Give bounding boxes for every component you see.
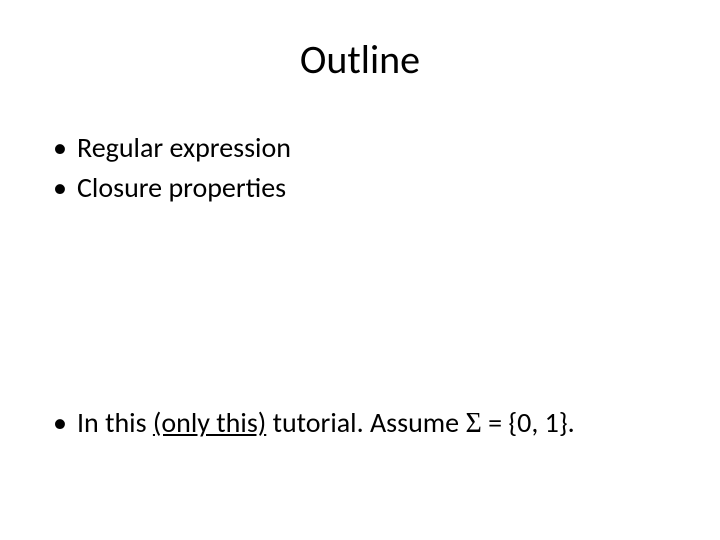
bullet-list-bottom: • In this (only this) tutorial. Assume Σ… [45, 404, 675, 445]
bullet-text: In this (only this) tutorial. Assume Σ =… [77, 404, 675, 443]
list-item: • In this (only this) tutorial. Assume Σ… [53, 404, 675, 443]
slide-container: Outline • Regular expression • Closure p… [0, 0, 720, 540]
slide-title: Outline [45, 35, 675, 84]
bullet-list-top: • Regular expression • Closure propertie… [45, 129, 675, 209]
bullet-text: Closure properties [77, 169, 675, 207]
bullet-icon: • [53, 169, 77, 207]
list-item: • Regular expression [53, 129, 675, 167]
bullet-text: Regular expression [77, 129, 675, 167]
text-prefix: In this [77, 405, 153, 440]
text-underlined: (only this) [153, 405, 266, 440]
slide-content: • Regular expression • Closure propertie… [45, 129, 675, 495]
bullet-icon: • [53, 129, 77, 167]
sigma-symbol: Σ [465, 408, 481, 439]
bullet-icon: • [53, 404, 77, 442]
spacer [45, 209, 675, 405]
list-item: • Closure properties [53, 169, 675, 207]
text-middle: tutorial. Assume [266, 405, 465, 440]
text-suffix: = {0, 1}. [482, 405, 575, 440]
